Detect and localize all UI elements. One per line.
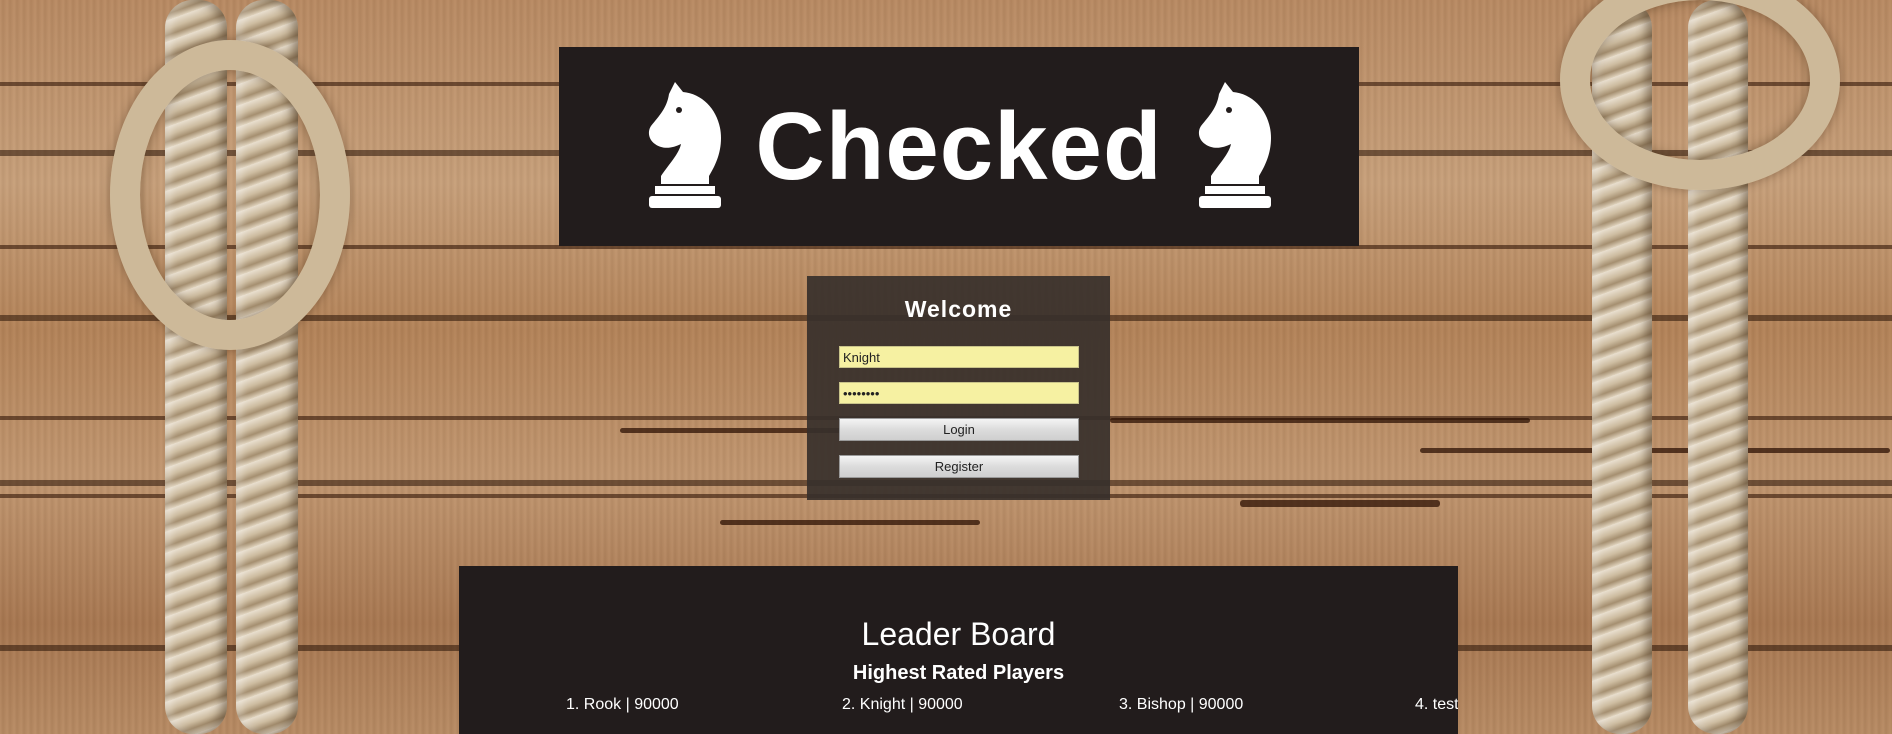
username-input[interactable] bbox=[839, 346, 1079, 368]
register-button[interactable]: Register bbox=[839, 455, 1079, 478]
wood-crack bbox=[1240, 500, 1440, 507]
wood-crack bbox=[720, 520, 980, 525]
leaderboard-panel: Leader Board Highest Rated Players 1. Ro… bbox=[459, 566, 1458, 734]
leaderboard-title: Leader Board bbox=[861, 616, 1056, 652]
leaderboard-entry: 2. Knight | 90000 bbox=[842, 696, 963, 713]
leaderboard-entry: 4. test bbox=[1415, 696, 1458, 713]
login-button[interactable]: Login bbox=[839, 418, 1079, 441]
leaderboard-entry: 1. Rook | 90000 bbox=[566, 696, 679, 713]
password-input[interactable] bbox=[839, 382, 1079, 404]
login-panel: Welcome Login Register bbox=[807, 276, 1110, 500]
chess-knight-icon bbox=[1198, 82, 1271, 208]
header-banner: Checked bbox=[559, 47, 1359, 246]
leaderboard-entry: 3. Bishop | 90000 bbox=[1119, 696, 1244, 713]
leaderboard-subtitle: Highest Rated Players bbox=[852, 662, 1065, 684]
welcome-heading: Welcome bbox=[904, 296, 1013, 322]
leaderboard-list: 1. Rook | 90000 2. Knight | 90000 3. Bis… bbox=[459, 696, 1458, 718]
wood-crack bbox=[1110, 418, 1530, 423]
wood-crack bbox=[1420, 448, 1890, 453]
